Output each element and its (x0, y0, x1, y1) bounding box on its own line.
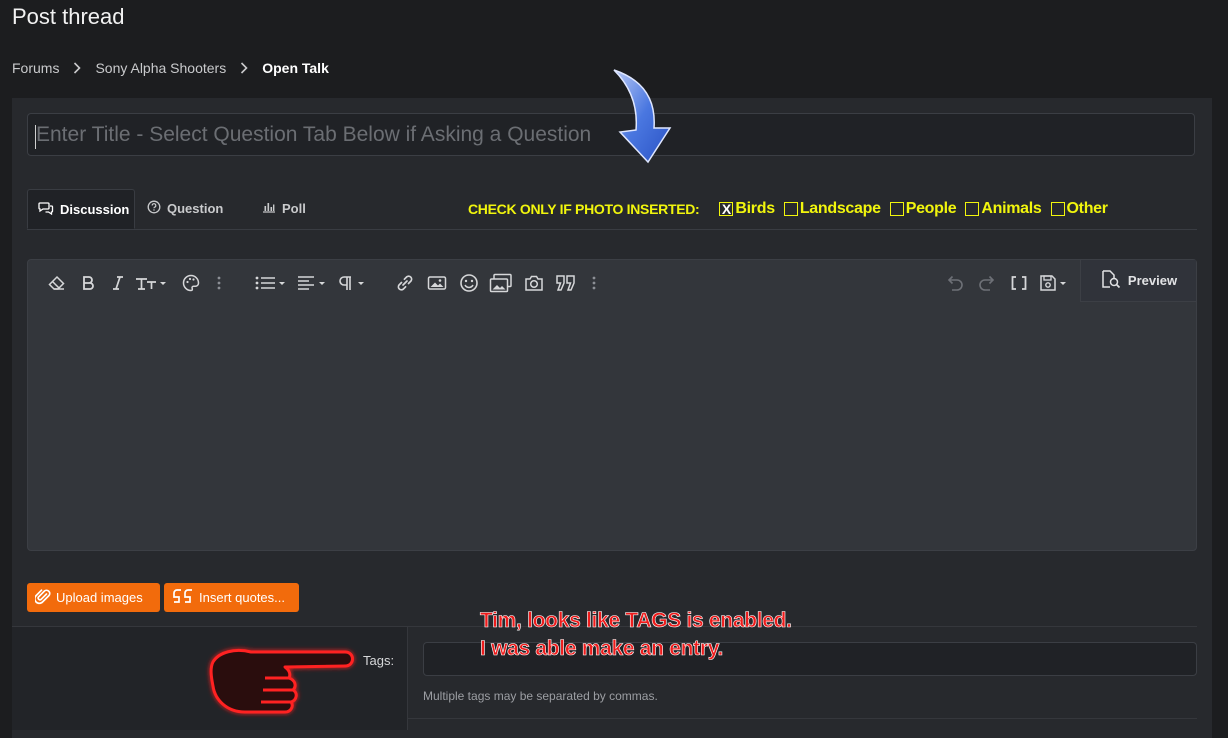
tab-question-label: Question (167, 201, 224, 216)
align-icon[interactable] (296, 272, 330, 294)
camera-icon[interactable] (523, 272, 545, 294)
paragraph-icon[interactable] (336, 272, 370, 294)
checkbox-box (889, 202, 904, 216)
tab-poll[interactable]: Poll (252, 189, 332, 228)
annotation-note: Tim, looks like TAGS is enabled. I was a… (480, 607, 793, 663)
preview-button[interactable]: Preview (1080, 260, 1196, 302)
checkbox-landscape-label: Landscape (799, 200, 881, 217)
page-title: Post thread (12, 4, 125, 29)
tags-hint: Multiple tags may be separated by commas… (423, 689, 658, 703)
checkbox-animals-label: Animals (981, 200, 1042, 217)
checkbox-box (1050, 202, 1065, 216)
bar-chart-icon (262, 201, 276, 216)
palette-icon[interactable] (180, 272, 202, 294)
checkbox-birds-label: Birds (735, 200, 775, 217)
annotation-line-2: I was able make an entry. (480, 637, 724, 661)
breadcrumb-sony-alpha-shooters[interactable]: Sony Alpha Shooters (95, 60, 226, 76)
editor-toolbar: Preview (28, 260, 1196, 304)
upload-images-label: Upload images (56, 590, 143, 605)
blue-arrow-annotation-icon (613, 69, 672, 164)
more-vertical-icon[interactable] (212, 272, 226, 294)
checkbox-other[interactable]: Other (1050, 200, 1108, 218)
save-draft-icon[interactable] (1038, 272, 1070, 294)
text-size-icon[interactable] (134, 272, 170, 294)
chevron-right-icon (70, 61, 84, 75)
photo-check-lead: CHECK ONLY IF PHOTO INSERTED: (468, 201, 700, 217)
tab-poll-label: Poll (282, 201, 306, 216)
bbcode-toggle-icon[interactable] (1008, 272, 1030, 294)
text-caret (35, 125, 36, 149)
tab-discussion[interactable]: Discussion (27, 189, 135, 229)
divider (408, 718, 1197, 719)
breadcrumb-open-talk[interactable]: Open Talk (262, 60, 329, 76)
insert-quotes-label: Insert quotes... (199, 590, 285, 605)
checkbox-box (965, 202, 980, 216)
smiley-icon[interactable] (458, 272, 480, 294)
gallery-icon[interactable] (489, 272, 513, 294)
breadcrumb: Forums Sony Alpha Shooters Open Talk (12, 60, 329, 76)
link-icon[interactable] (394, 272, 416, 294)
rich-text-editor[interactable]: Preview (27, 259, 1197, 551)
quote-icon[interactable] (554, 272, 578, 294)
question-circle-icon (147, 200, 161, 217)
checkbox-box: X (719, 202, 734, 216)
document-search-icon (1100, 269, 1122, 292)
chat-bubbles-icon (38, 201, 54, 218)
breadcrumb-forums[interactable]: Forums (12, 60, 59, 76)
checkbox-animals[interactable]: Animals (965, 200, 1042, 218)
paperclip-icon (33, 587, 51, 608)
annotation-line-1: Tim, looks like TAGS is enabled. (480, 609, 793, 633)
checkbox-people-label: People (905, 200, 957, 217)
checkbox-other-label: Other (1066, 200, 1108, 217)
list-icon[interactable] (254, 272, 288, 294)
italic-icon[interactable] (108, 272, 128, 294)
redo-icon[interactable] (976, 272, 998, 294)
quote-icon (172, 587, 194, 608)
chevron-right-icon (237, 61, 251, 75)
upload-images-button[interactable]: Upload images (27, 583, 160, 612)
bold-icon[interactable] (78, 272, 98, 294)
pointing-hand-icon (209, 648, 354, 714)
eraser-icon[interactable] (46, 272, 68, 294)
photo-category-checklist: CHECK ONLY IF PHOTO INSERTED: X Birds Lan… (468, 200, 1117, 218)
tags-label: Tags: (363, 653, 395, 668)
undo-icon[interactable] (944, 272, 966, 294)
insert-quotes-button[interactable]: Insert quotes... (164, 583, 299, 612)
preview-label: Preview (1127, 273, 1178, 288)
more-vertical-icon[interactable] (588, 272, 600, 294)
tab-discussion-label: Discussion (60, 201, 130, 217)
checkbox-birds[interactable]: X Birds (719, 200, 775, 218)
tab-question[interactable]: Question (137, 189, 237, 228)
checkbox-people[interactable]: People (889, 200, 957, 218)
checkbox-box (783, 202, 798, 216)
image-icon[interactable] (426, 272, 448, 294)
checkbox-landscape[interactable]: Landscape (783, 200, 881, 218)
